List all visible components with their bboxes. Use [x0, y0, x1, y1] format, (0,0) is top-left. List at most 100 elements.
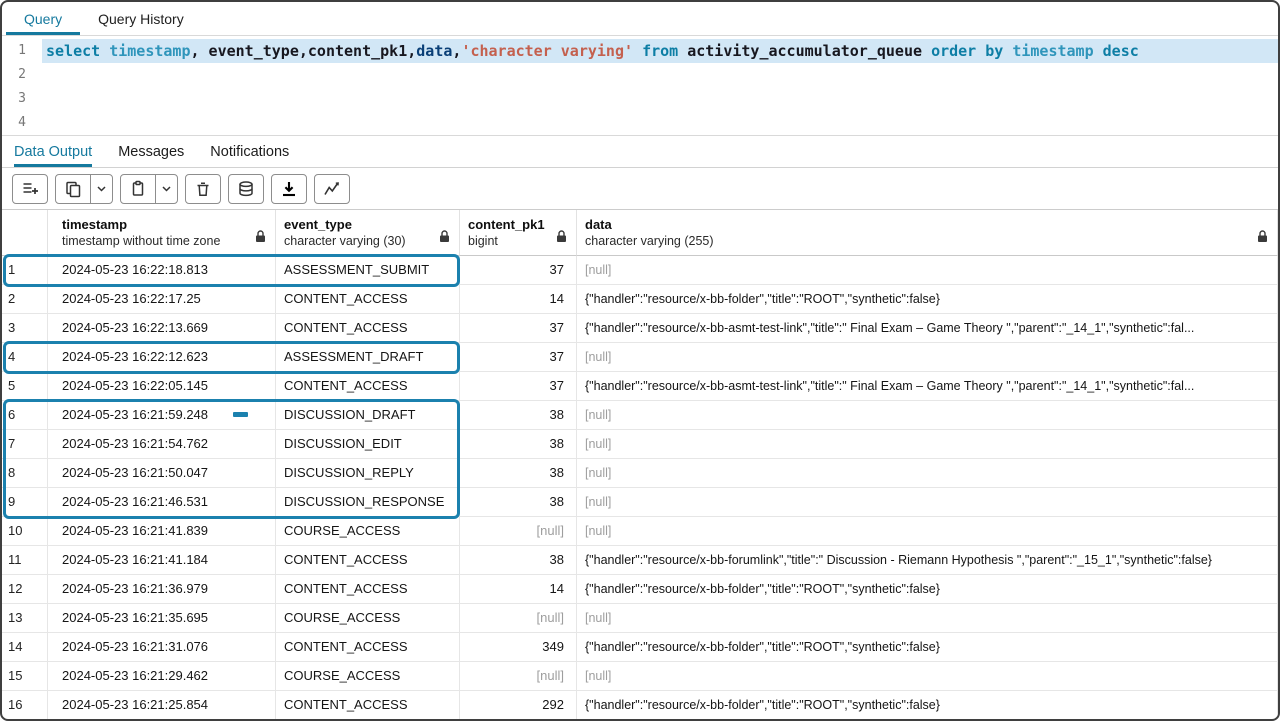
table-row[interactable]: 52024-05-23 16:22:05.145CONTENT_ACCESS37…	[2, 372, 1278, 401]
cell-event-type[interactable]: DISCUSSION_REPLY	[276, 459, 460, 488]
cell-data[interactable]: {"handler":"resource/x-bb-asmt-test-link…	[577, 372, 1278, 401]
table-row[interactable]: 32024-05-23 16:22:13.669CONTENT_ACCESS37…	[2, 314, 1278, 343]
cell-event-type[interactable]: CONTENT_ACCESS	[276, 575, 460, 604]
tab-query-history[interactable]: Query History	[80, 2, 202, 35]
cell-timestamp[interactable]: 2024-05-23 16:21:59.248	[48, 401, 276, 430]
table-row[interactable]: 72024-05-23 16:21:54.762DISCUSSION_EDIT3…	[2, 430, 1278, 459]
tab-data-output[interactable]: Data Output	[14, 136, 92, 167]
cell-data[interactable]: [null]	[577, 343, 1278, 372]
tab-query[interactable]: Query	[6, 2, 80, 35]
cell-timestamp[interactable]: 2024-05-23 16:21:35.695	[48, 604, 276, 633]
cell-data[interactable]: {"handler":"resource/x-bb-folder","title…	[577, 633, 1278, 662]
cell-data[interactable]: [null]	[577, 604, 1278, 633]
row-number[interactable]: 2	[2, 285, 48, 314]
table-row[interactable]: 122024-05-23 16:21:36.979CONTENT_ACCESS1…	[2, 575, 1278, 604]
download-results-button[interactable]	[271, 174, 307, 204]
cell-content-pk1[interactable]: 38	[460, 488, 577, 517]
cell-timestamp[interactable]: 2024-05-23 16:21:41.184	[48, 546, 276, 575]
editor-line-2[interactable]: 2	[2, 63, 1278, 87]
cell-data[interactable]: {"handler":"resource/x-bb-asmt-test-link…	[577, 314, 1278, 343]
cell-timestamp[interactable]: 2024-05-23 16:22:05.145	[48, 372, 276, 401]
column-header-event-type[interactable]: event_type character varying (30)	[276, 210, 460, 256]
row-number-header[interactable]	[2, 210, 48, 256]
graph-visualiser-button[interactable]	[314, 174, 350, 204]
sql-code-line[interactable]: select timestamp, event_type,content_pk1…	[42, 39, 1278, 63]
cell-timestamp[interactable]: 2024-05-23 16:21:25.854	[48, 691, 276, 719]
cell-data[interactable]: [null]	[577, 459, 1278, 488]
editor-line-3[interactable]: 3	[2, 87, 1278, 111]
paste-dropdown-chevron-icon[interactable]	[155, 175, 177, 203]
empty-code-line[interactable]	[42, 87, 1278, 111]
cell-timestamp[interactable]: 2024-05-23 16:21:36.979	[48, 575, 276, 604]
cell-event-type[interactable]: ASSESSMENT_DRAFT	[276, 343, 460, 372]
cell-event-type[interactable]: COURSE_ACCESS	[276, 604, 460, 633]
cell-content-pk1[interactable]: [null]	[460, 517, 577, 546]
add-row-button[interactable]	[12, 174, 48, 204]
cell-event-type[interactable]: CONTENT_ACCESS	[276, 633, 460, 662]
cell-content-pk1[interactable]: 38	[460, 430, 577, 459]
empty-code-line[interactable]	[42, 111, 1278, 135]
row-number[interactable]: 6	[2, 401, 48, 430]
row-number[interactable]: 15	[2, 662, 48, 691]
cell-content-pk1[interactable]: 14	[460, 575, 577, 604]
row-number[interactable]: 1	[2, 256, 48, 285]
table-row[interactable]: 112024-05-23 16:21:41.184CONTENT_ACCESS3…	[2, 546, 1278, 575]
cell-event-type[interactable]: COURSE_ACCESS	[276, 662, 460, 691]
cell-data[interactable]: {"handler":"resource/x-bb-forumlink","ti…	[577, 546, 1278, 575]
table-row[interactable]: 12024-05-23 16:22:18.813ASSESSMENT_SUBMI…	[2, 256, 1278, 285]
tab-messages[interactable]: Messages	[118, 136, 184, 167]
table-row[interactable]: 162024-05-23 16:21:25.854CONTENT_ACCESS2…	[2, 691, 1278, 719]
row-number[interactable]: 16	[2, 691, 48, 719]
cell-data[interactable]: [null]	[577, 401, 1278, 430]
table-row[interactable]: 102024-05-23 16:21:41.839COURSE_ACCESS[n…	[2, 517, 1278, 546]
cell-content-pk1[interactable]: 14	[460, 285, 577, 314]
tab-notifications[interactable]: Notifications	[210, 136, 289, 167]
cell-timestamp[interactable]: 2024-05-23 16:21:50.047	[48, 459, 276, 488]
cell-event-type[interactable]: ASSESSMENT_SUBMIT	[276, 256, 460, 285]
row-number[interactable]: 11	[2, 546, 48, 575]
cell-content-pk1[interactable]: 37	[460, 314, 577, 343]
cell-data[interactable]: [null]	[577, 256, 1278, 285]
table-row[interactable]: 152024-05-23 16:21:29.462COURSE_ACCESS[n…	[2, 662, 1278, 691]
save-data-changes-button[interactable]	[228, 174, 264, 204]
cell-timestamp[interactable]: 2024-05-23 16:22:17.25	[48, 285, 276, 314]
paste-button[interactable]	[120, 174, 178, 204]
cell-content-pk1[interactable]: 38	[460, 459, 577, 488]
delete-row-button[interactable]	[185, 174, 221, 204]
cell-data[interactable]: [null]	[577, 662, 1278, 691]
column-header-timestamp[interactable]: timestamp timestamp without time zone	[48, 210, 276, 256]
table-row[interactable]: 92024-05-23 16:21:46.531DISCUSSION_RESPO…	[2, 488, 1278, 517]
column-header-content-pk1[interactable]: content_pk1 bigint	[460, 210, 577, 256]
cell-timestamp[interactable]: 2024-05-23 16:22:18.813	[48, 256, 276, 285]
cell-content-pk1[interactable]: 349	[460, 633, 577, 662]
cell-content-pk1[interactable]: 37	[460, 256, 577, 285]
editor-line-4[interactable]: 4	[2, 111, 1278, 135]
row-number[interactable]: 3	[2, 314, 48, 343]
row-number[interactable]: 10	[2, 517, 48, 546]
table-row[interactable]: 22024-05-23 16:22:17.25CONTENT_ACCESS14{…	[2, 285, 1278, 314]
row-number[interactable]: 13	[2, 604, 48, 633]
row-number[interactable]: 12	[2, 575, 48, 604]
cell-timestamp[interactable]: 2024-05-23 16:21:46.531	[48, 488, 276, 517]
cell-data[interactable]: {"handler":"resource/x-bb-folder","title…	[577, 691, 1278, 719]
copy-dropdown-chevron-icon[interactable]	[90, 175, 112, 203]
row-number[interactable]: 7	[2, 430, 48, 459]
row-number[interactable]: 8	[2, 459, 48, 488]
cell-timestamp[interactable]: 2024-05-23 16:21:41.839	[48, 517, 276, 546]
cell-timestamp[interactable]: 2024-05-23 16:22:12.623	[48, 343, 276, 372]
cell-data[interactable]: {"handler":"resource/x-bb-folder","title…	[577, 285, 1278, 314]
table-row[interactable]: 62024-05-23 16:21:59.248DISCUSSION_DRAFT…	[2, 401, 1278, 430]
copy-button[interactable]	[55, 174, 113, 204]
cell-content-pk1[interactable]: 37	[460, 372, 577, 401]
table-row[interactable]: 132024-05-23 16:21:35.695COURSE_ACCESS [n…	[2, 604, 1278, 633]
table-row[interactable]: 82024-05-23 16:21:50.047DISCUSSION_REPLY…	[2, 459, 1278, 488]
row-number[interactable]: 4	[2, 343, 48, 372]
editor-line-1[interactable]: 1 select timestamp, event_type,content_p…	[2, 39, 1278, 63]
cell-event-type[interactable]: CONTENT_ACCESS	[276, 285, 460, 314]
cell-event-type[interactable]: COURSE_ACCESS	[276, 517, 460, 546]
cell-data[interactable]: [null]	[577, 488, 1278, 517]
row-number[interactable]: 9	[2, 488, 48, 517]
cell-timestamp[interactable]: 2024-05-23 16:21:54.762	[48, 430, 276, 459]
cell-content-pk1[interactable]: [null]	[460, 662, 577, 691]
row-number[interactable]: 14	[2, 633, 48, 662]
